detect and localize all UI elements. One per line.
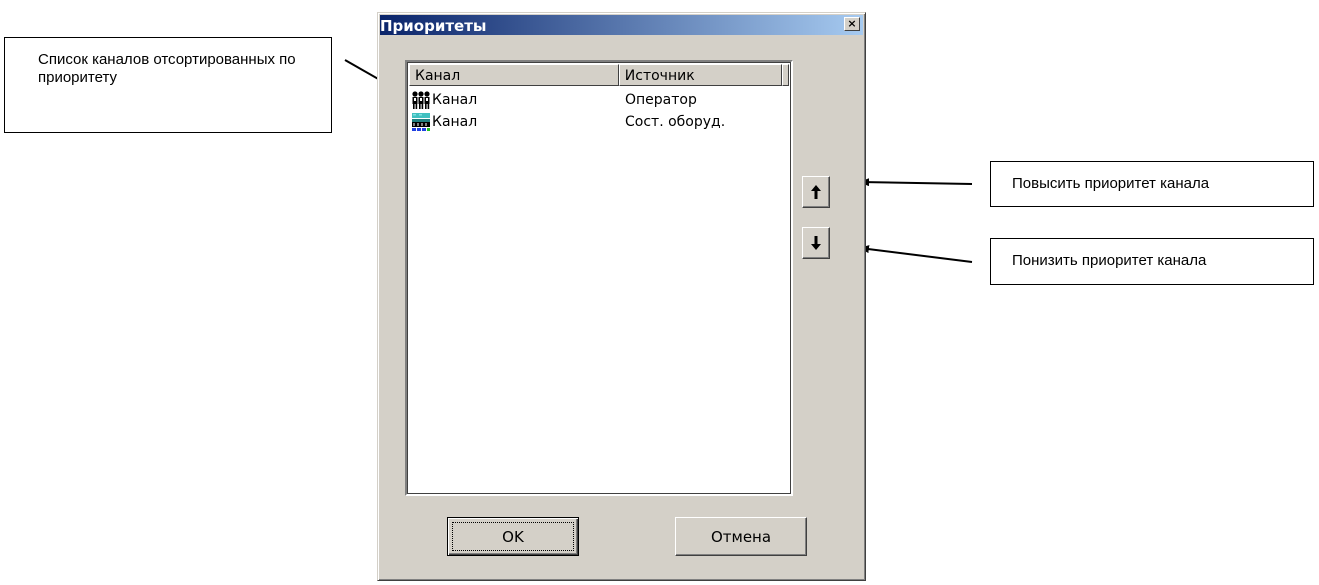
column-header-filler	[782, 64, 789, 86]
row-channel-name: Канал	[432, 92, 478, 108]
list-item[interactable]: Канал Оператор	[411, 89, 787, 111]
column-header-channel[interactable]: Канал	[409, 64, 619, 86]
lower-priority-button[interactable]	[802, 227, 830, 259]
list-header: Канал Источник	[409, 64, 789, 86]
focus-rectangle	[452, 522, 574, 551]
priorities-dialog: Приоритеты × Канал Источник Канал Операт…	[377, 12, 866, 581]
arrow-down-icon	[811, 236, 821, 250]
raise-priority-button[interactable]	[802, 176, 830, 208]
cancel-button[interactable]: Отмена	[675, 517, 807, 556]
column-header-source-label: Источник	[624, 68, 695, 84]
row-source: Сост. оборуд.	[625, 114, 726, 130]
channel-list[interactable]: Канал Источник Канал Оператор Канал Сост…	[405, 60, 793, 496]
close-button[interactable]: ×	[844, 17, 860, 31]
column-header-source[interactable]: Источник	[618, 64, 782, 86]
arrow-up-icon	[811, 185, 821, 199]
title-bar[interactable]: Приоритеты ×	[380, 15, 863, 35]
column-header-channel-label: Канал	[415, 68, 461, 84]
row-channel-name: Канал	[432, 114, 478, 130]
close-icon: ×	[847, 17, 857, 30]
row-source: Оператор	[625, 92, 697, 108]
arrow-to-down-button	[859, 245, 973, 263]
cancel-button-label: Отмена	[710, 527, 772, 546]
ok-button[interactable]: OK	[447, 517, 579, 556]
equipment-status-icon	[412, 113, 430, 131]
arrow-to-up-button	[859, 178, 973, 187]
list-item[interactable]: Канал Сост. оборуд.	[411, 111, 787, 133]
operators-group-icon	[412, 91, 430, 109]
dialog-title: Приоритеты	[380, 17, 487, 35]
